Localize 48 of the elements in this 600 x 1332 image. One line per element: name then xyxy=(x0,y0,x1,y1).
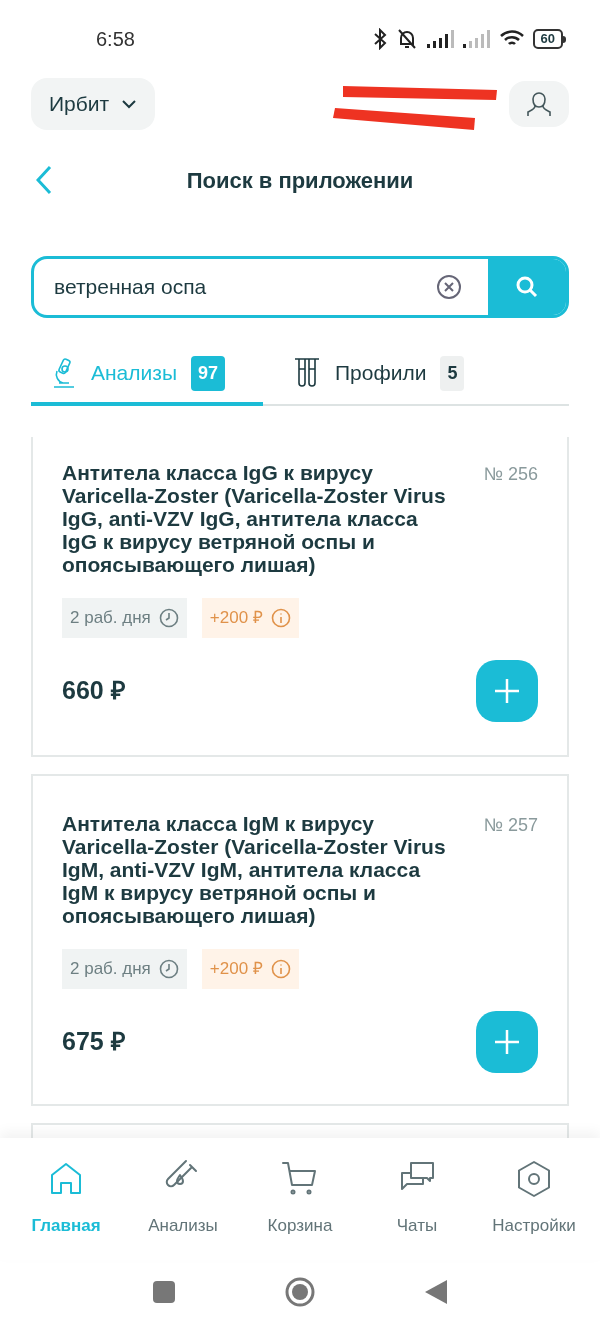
search-icon xyxy=(515,275,539,299)
add-button[interactable] xyxy=(476,1011,538,1073)
price: 660 ₽ xyxy=(62,675,126,707)
signal-icon xyxy=(462,30,491,48)
user-icon xyxy=(526,90,552,118)
test-title: Антитела класса IgM к вирусу Varicella-Zoster (Varicella-Zoster Virus IgM, anti-VZV IgM, антитела класса IgM к вирусу ветряной оспы и опоясывающего лишая) xyxy=(62,812,447,927)
count-badge: 97 xyxy=(191,355,226,391)
clear-icon[interactable] xyxy=(436,274,462,300)
recents-icon[interactable] xyxy=(153,1281,175,1303)
nav-item[interactable]: Анализы xyxy=(127,1159,239,1239)
nav-item[interactable]: Чаты xyxy=(361,1159,473,1239)
search-button[interactable] xyxy=(488,259,566,315)
info-icon xyxy=(270,959,291,979)
nav-item[interactable]: Корзина xyxy=(244,1159,356,1239)
duration-tag: 2 раб. дня xyxy=(62,598,187,638)
clock-icon xyxy=(158,608,179,628)
add-button[interactable] xyxy=(476,660,538,722)
back-nav-icon[interactable] xyxy=(425,1280,447,1304)
page-title: Поиск в приложении xyxy=(185,166,415,195)
test-card[interactable]: Антитела класса IgM к вирусу Varicella-Zoster (Varicella-Zoster Virus IgM, anti-VZV IgM, антитела класса IgM к вирусу ветряной оспы и опоясывающего лишая) № 257 2 раб. дня +200 ₽ 675 ₽ xyxy=(31,774,569,1106)
battery-indicator: 60 xyxy=(532,29,566,49)
home-button-icon[interactable] xyxy=(285,1277,315,1307)
bluetooth-icon xyxy=(372,28,387,50)
info-icon xyxy=(270,608,291,628)
test-number: № 256 xyxy=(483,463,538,486)
search-field[interactable]: ветренная оспа xyxy=(34,271,436,303)
nav-item[interactable]: Настройки xyxy=(478,1159,590,1239)
microscope-icon xyxy=(51,357,77,389)
plus-icon xyxy=(494,678,520,704)
surcharge-tag: +200 ₽ xyxy=(201,949,299,989)
test-number: № 257 xyxy=(483,814,538,837)
test-card[interactable]: Антитела класса IgG к вирусу Varicella-Zoster (Varicella-Zoster Virus IgG, anti-VZV IgG, антитела класса IgG к вирусу ветряной оспы и опоясывающего лишая) № 256 2 раб. дня +200 ₽ 660 ₽ xyxy=(31,437,569,757)
profile-button[interactable] xyxy=(509,81,569,127)
plus-icon xyxy=(494,1029,520,1055)
test-tubes-icon xyxy=(293,357,321,389)
city-selector[interactable]: Ирбит xyxy=(31,78,156,130)
price: 675 ₽ xyxy=(62,1026,126,1058)
signal-icon xyxy=(426,30,455,48)
count-badge: 5 xyxy=(440,355,465,391)
duration-tag: 2 раб. дня xyxy=(62,949,187,989)
chevron-down-icon xyxy=(121,99,138,109)
test-title: Антитела класса IgG к вирусу Varicella-Zoster (Varicella-Zoster Virus IgG, anti-VZV IgG, антитела класса IgG к вирусу ветряной оспы и опоясывающего лишая) xyxy=(62,461,447,576)
back-icon xyxy=(36,165,52,195)
search-bar[interactable]: ветренная оспа xyxy=(31,256,569,318)
tab[interactable]: Профили 5 xyxy=(263,344,465,406)
surcharge-tag: +200 ₽ xyxy=(201,598,299,638)
clock: 6:58 xyxy=(96,27,135,52)
clock-icon xyxy=(158,959,179,979)
